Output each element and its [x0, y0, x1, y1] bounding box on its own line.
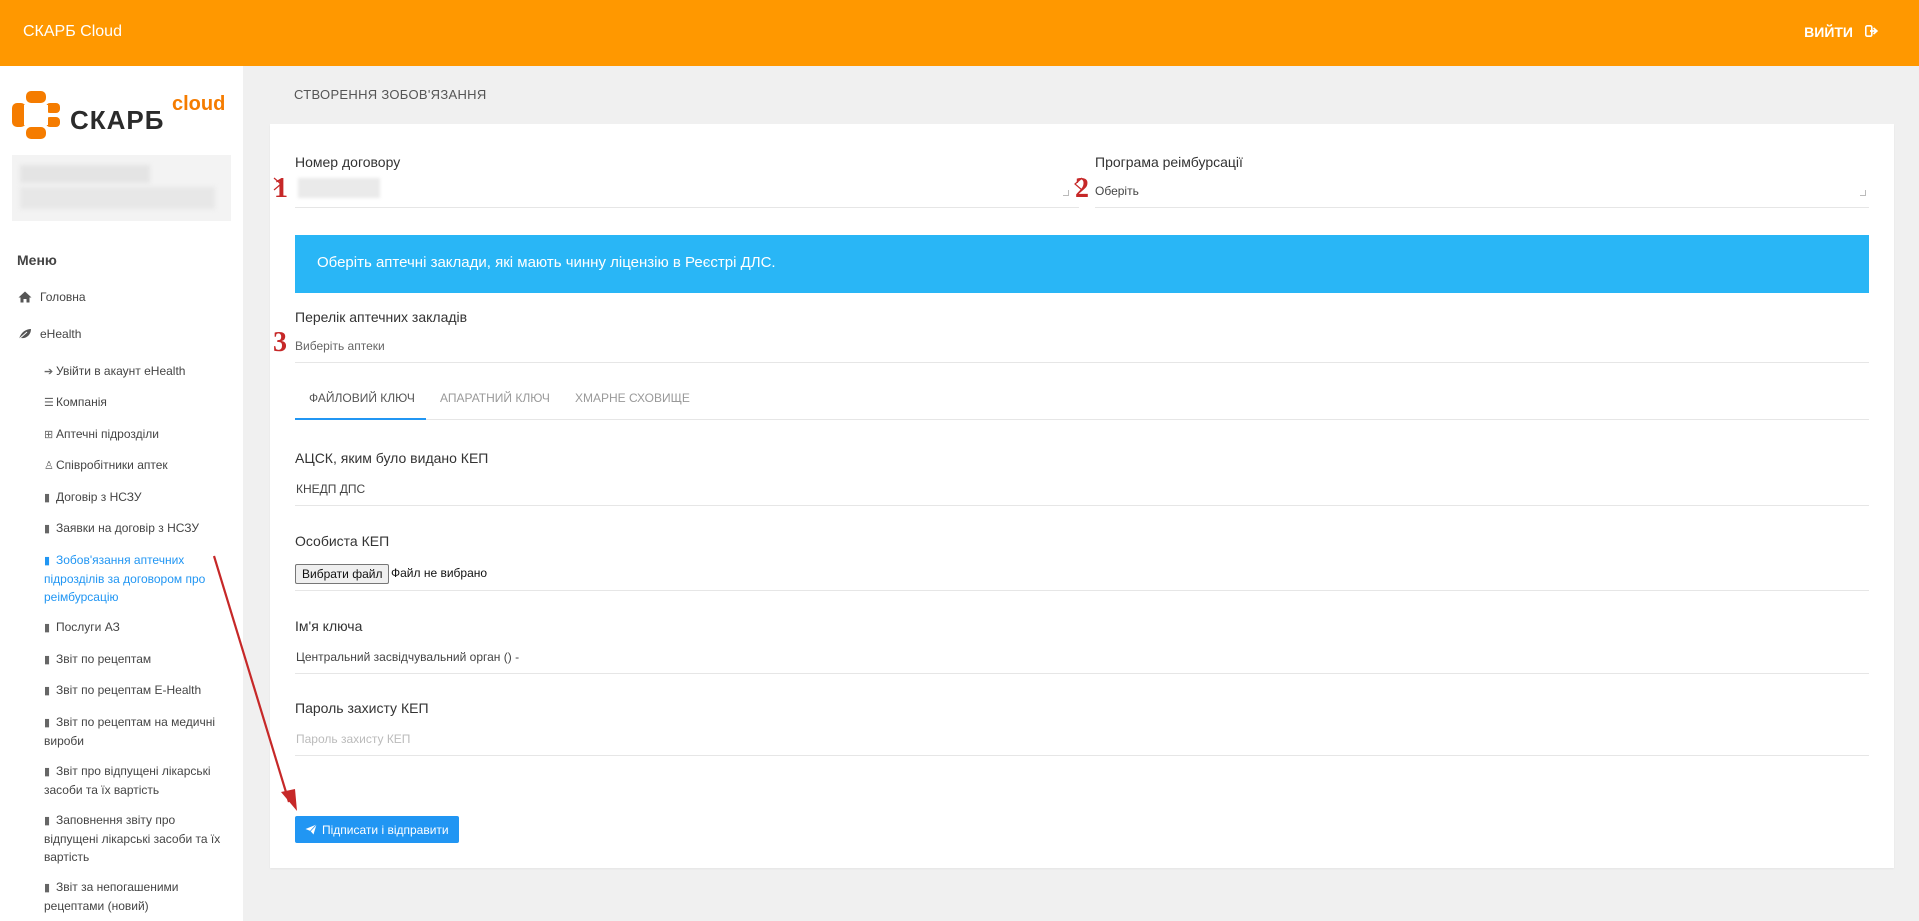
annotation-number-1: 1	[274, 173, 288, 204]
sidebar-subitem-pharmacy-units[interactable]: ⊞ Аптечні підрозділи	[44, 425, 229, 444]
plus-square-icon: ⊞	[44, 429, 54, 441]
sidebar-subitem-fill-dispensed-report[interactable]: ▮ Заповнення звіту про відпущені лікарськ…	[44, 811, 229, 866]
annotation-number-2: 2	[1075, 173, 1089, 204]
sidebar-subitem-outstanding-report[interactable]: ▮ Звіт за непогашеними рецептами (новий)	[44, 878, 229, 915]
contract-input-blurred	[298, 178, 380, 198]
sidebar-subitem-label: Звіт по рецептам E-Health	[56, 683, 202, 697]
menu-title: Меню	[17, 252, 57, 268]
program-select-line	[1095, 207, 1869, 208]
pharmacies-select-line	[295, 362, 1869, 363]
sidebar-item-label: Головна	[40, 290, 86, 304]
key-name-select-line	[295, 673, 1869, 674]
app-title: СКАРБ Cloud	[23, 23, 122, 40]
personal-key-label: Особиста КЕП	[295, 533, 390, 549]
password-input[interactable]: Пароль захисту КЕП	[296, 732, 410, 746]
sidebar-subitem-label: Звіт за непогашеними рецептами (новий)	[44, 880, 179, 913]
sign-in-icon: ➔	[44, 366, 54, 378]
program-select[interactable]: Оберіть	[1095, 184, 1139, 198]
sidebar-item-ehealth[interactable]: eHealth	[18, 327, 81, 341]
user-icon: ♙	[44, 460, 54, 472]
tab-cloud-storage[interactable]: ХМАРНЕ СХОВИЩЕ	[575, 388, 690, 420]
sidebar-subitem-company[interactable]: ☰ Компанія	[44, 393, 229, 412]
file-icon: ▮	[44, 622, 51, 634]
sign-and-send-button[interactable]: Підписати і відправити	[295, 816, 459, 843]
leaf-icon	[18, 329, 31, 340]
sidebar-subitem-label: Компанія	[56, 395, 107, 409]
sidebar-subitem-nszu-requests[interactable]: ▮ Заявки на договір з НСЗУ	[44, 519, 229, 538]
sidebar-subitem-prescriptions-report[interactable]: ▮ Звіт по рецептам	[44, 650, 229, 669]
sidebar-item-home[interactable]: Головна	[18, 290, 86, 304]
sidebar: СКАРБ cloud Меню Головна eHealth ➔ Увійти…	[0, 66, 243, 921]
sidebar-subitem-label: Послуги АЗ	[56, 620, 120, 634]
pharmacies-label: Перелік аптечних закладів	[295, 309, 468, 325]
program-dropdown-handle	[1860, 190, 1866, 196]
file-icon: ▮	[44, 492, 51, 504]
contract-label: Номер договору	[295, 154, 401, 170]
annotation-number-3: 3	[273, 327, 287, 358]
file-icon: ▮	[44, 523, 51, 535]
sidebar-subitem-az-services[interactable]: ▮ Послуги АЗ	[44, 618, 229, 637]
sidebar-subitem-label: Увійти в акаунт eHealth	[56, 364, 186, 378]
top-bar: СКАРБ Cloud ВИЙТИ	[0, 0, 1919, 66]
info-alert: Оберіть аптечні заклади, які мають чинну…	[295, 235, 1869, 293]
key-name-label: Ім'я ключа	[295, 618, 363, 634]
obligation-form: Номер договору Програма реімбурсації Обе…	[270, 124, 1894, 868]
home-icon	[18, 291, 32, 303]
user-info-blurred	[12, 155, 231, 221]
sidebar-subitem-label: Договір з НСЗУ	[56, 490, 142, 504]
logout-button[interactable]: ВИЙТИ	[1804, 24, 1879, 40]
sign-and-send-label: Підписати і відправити	[322, 822, 449, 837]
tab-file-key[interactable]: ФАЙЛОВИЙ КЛЮЧ	[295, 388, 426, 420]
logo-word: СКАРБ	[70, 105, 165, 135]
sidebar-subitem-label: Звіт про відпущені лікарські засоби та ї…	[44, 764, 211, 797]
sidebar-subitem-dispensed-report[interactable]: ▮ Звіт про відпущені лікарські засоби та …	[44, 762, 229, 799]
file-icon: ▮	[44, 882, 51, 894]
page-title: СТВОРЕННЯ ЗОБОВ'ЯЗАННЯ	[294, 87, 487, 102]
acsk-label: АЦСК, яким було видано КЕП	[295, 450, 489, 466]
pharmacies-select[interactable]: Виберіть аптеки	[295, 339, 385, 353]
sidebar-subitem-label: Заявки на договір з НСЗУ	[56, 521, 199, 535]
logo-cloud: cloud	[172, 93, 226, 115]
password-label: Пароль захисту КЕП	[295, 700, 429, 716]
file-icon: ▮	[44, 766, 51, 778]
sidebar-subitem-obligations[interactable]: ▮ Зобов'язання аптечних підрозділів за до…	[44, 551, 229, 606]
file-status: Файл не вибрано	[391, 566, 488, 580]
sidebar-subitem-label: Аптечні підрозділи	[56, 427, 160, 441]
acsk-select[interactable]: КНЕДП ДПС	[296, 482, 365, 496]
file-icon: ▮	[44, 815, 51, 827]
program-label: Програма реімбурсації	[1095, 154, 1243, 170]
sign-out-icon	[1865, 24, 1879, 40]
sidebar-subitem-pharmacy-staff[interactable]: ♙ Співробітники аптек	[44, 456, 229, 475]
contract-dropdown-handle	[1063, 190, 1069, 196]
sidebar-item-label: eHealth	[40, 327, 82, 341]
file-icon: ▮	[44, 555, 51, 567]
logo-mark-icon	[12, 91, 60, 139]
key-type-tabs: ФАЙЛОВИЙ КЛЮЧ АПАРАТНИЙ КЛЮЧ ХМАРНЕ СХОВ…	[295, 388, 1869, 420]
contract-select[interactable]	[295, 207, 1079, 208]
key-name-select[interactable]: Центральний засвідчувальний орган () -	[296, 650, 519, 664]
logo: СКАРБ cloud	[12, 91, 237, 141]
sidebar-subitem-label: Заповнення звіту про відпущені лікарські…	[44, 813, 221, 864]
sidebar-subitem-ehealth-login[interactable]: ➔ Увійти в акаунт eHealth	[44, 362, 229, 381]
sidebar-subitem-label: Співробітники аптек	[56, 458, 168, 472]
sidebar-subitem-label: Звіт по рецептам на медичні вироби	[44, 715, 216, 748]
password-input-line	[295, 755, 1869, 756]
file-icon: ▮	[44, 654, 51, 666]
file-icon: ▮	[44, 717, 51, 729]
sidebar-subitem-label: Звіт по рецептам	[56, 652, 152, 666]
file-icon: ▮	[44, 685, 51, 697]
database-icon: ☰	[44, 397, 54, 409]
paper-plane-icon	[305, 824, 317, 835]
sidebar-subitem-nszu-contract[interactable]: ▮ Договір з НСЗУ	[44, 488, 229, 507]
logout-label: ВИЙТИ	[1804, 24, 1853, 40]
sidebar-subitem-medical-devices-report[interactable]: ▮ Звіт по рецептам на медичні вироби	[44, 713, 229, 750]
choose-file-button[interactable]: Вибрати файл	[295, 564, 390, 584]
tab-hardware-key[interactable]: АПАРАТНИЙ КЛЮЧ	[440, 388, 550, 420]
sidebar-subitem-ehealth-report[interactable]: ▮ Звіт по рецептам E-Health	[44, 681, 229, 700]
acsk-select-line	[295, 505, 1869, 506]
file-field-line	[295, 590, 1869, 591]
sidebar-subitem-label: Зобов'язання аптечних підрозділів за дог…	[44, 553, 206, 604]
